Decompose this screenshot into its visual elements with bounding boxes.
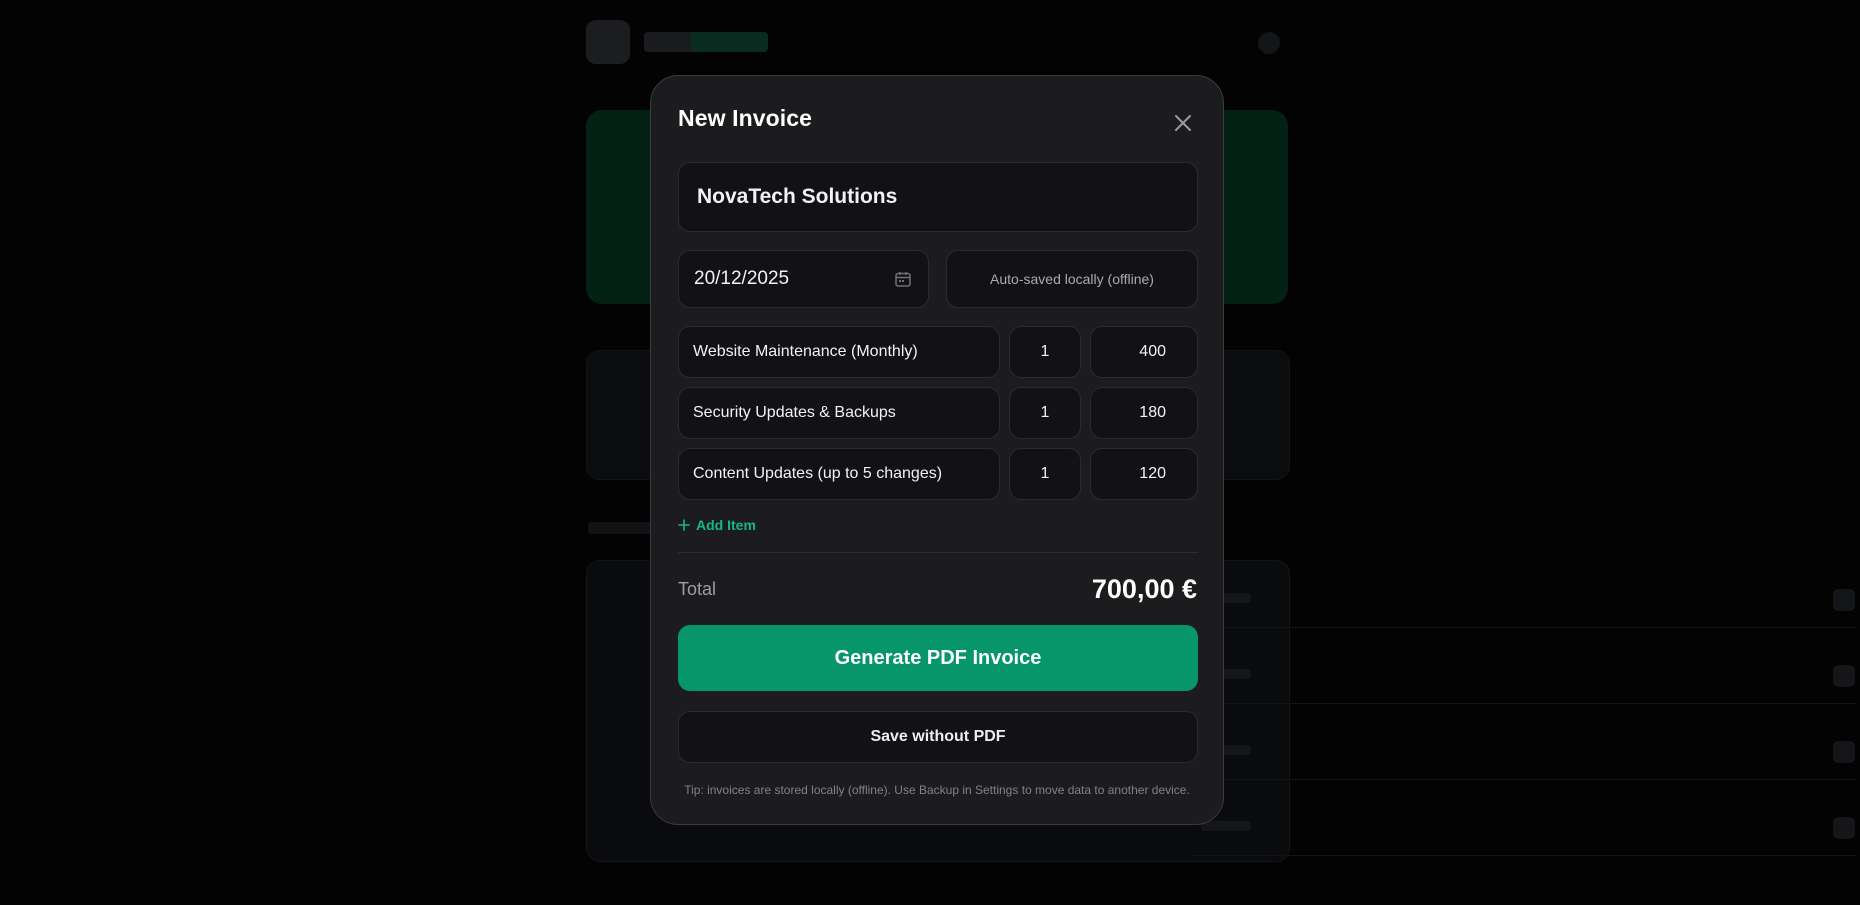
date-value: 20/12/2025 (694, 268, 790, 289)
add-item-button[interactable]: Add Item (678, 517, 756, 533)
item-price-field[interactable]: 400 (1090, 326, 1198, 378)
list-item (1193, 799, 1855, 856)
item-qty-field[interactable]: 1 (1009, 448, 1081, 500)
generate-pdf-button[interactable]: Generate PDF Invoice (678, 625, 1198, 691)
total-value: 700,00 € (1091, 574, 1197, 604)
autosave-status: Auto-saved locally (offline) (946, 250, 1198, 308)
tip-text: Tip: invoices are stored locally (offlin… (684, 783, 1190, 797)
app-logo (586, 20, 630, 64)
app-brand (644, 32, 768, 52)
list-item (1193, 571, 1855, 628)
divider (678, 552, 1198, 553)
total-label: Total (678, 579, 717, 599)
section-label (588, 522, 658, 534)
calendar-icon[interactable] (894, 270, 912, 288)
plus-icon (678, 519, 690, 531)
item-description-field[interactable]: Content Updates (up to 5 changes) (678, 448, 1000, 500)
item-price-field[interactable]: 180 (1090, 387, 1198, 439)
item-description-field[interactable]: Security Updates & Backups (678, 387, 1000, 439)
item-price-field[interactable]: 120 (1090, 448, 1198, 500)
list-item (1193, 647, 1855, 704)
settings-icon (1258, 32, 1280, 54)
save-without-pdf-button[interactable]: Save without PDF (678, 711, 1198, 763)
new-invoice-modal: New Invoice NovaTech Solutions 20/12/202… (650, 75, 1224, 825)
client-name-field[interactable]: NovaTech Solutions (678, 162, 1198, 232)
date-field[interactable]: 20/12/2025 (678, 250, 929, 308)
list-item (1193, 723, 1855, 780)
item-qty-field[interactable]: 1 (1009, 326, 1081, 378)
close-button[interactable] (1169, 109, 1197, 137)
close-icon (1175, 115, 1191, 131)
item-qty-field[interactable]: 1 (1009, 387, 1081, 439)
modal-title: New Invoice (678, 105, 813, 131)
add-item-label: Add Item (696, 517, 756, 533)
item-description-field[interactable]: Website Maintenance (Monthly) (678, 326, 1000, 378)
